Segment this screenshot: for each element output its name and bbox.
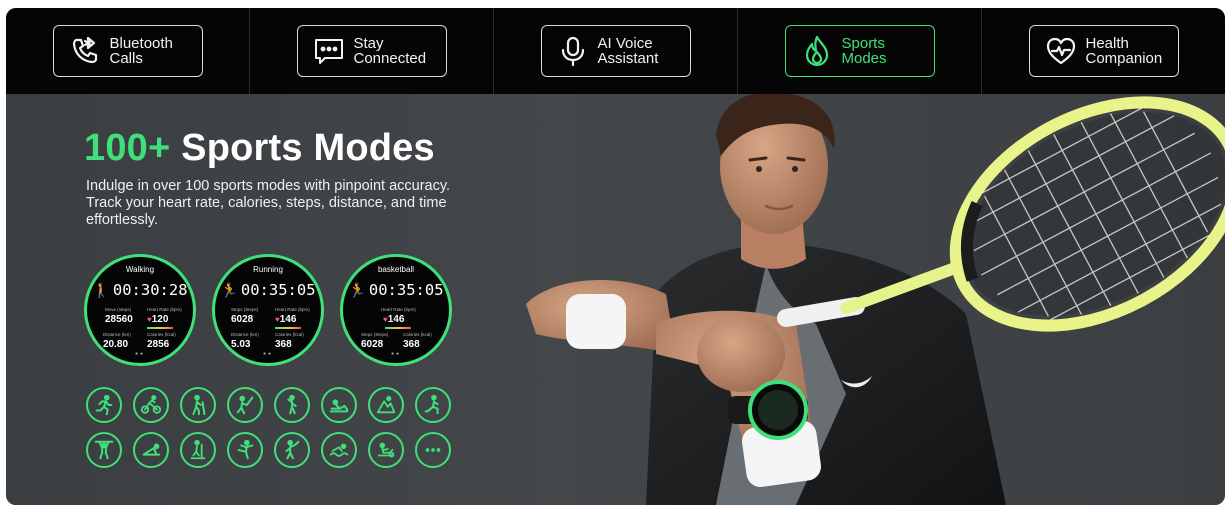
rowing-icon[interactable] <box>368 432 404 468</box>
watch-metric-value: 6028 <box>361 339 384 350</box>
watch-metric-label: Heart Rate (bpm) <box>275 307 310 312</box>
nav-label: AI Voice Assistant <box>597 35 659 67</box>
nav-label: Bluetooth Calls <box>109 35 173 67</box>
dance-icon[interactable] <box>274 387 310 423</box>
running-figure-icon: 🏃 <box>220 283 238 299</box>
hero-section: 100+ Sports Modes Indulge in over 100 sp… <box>6 94 1225 505</box>
watch-metric-label: Calories (kcal) <box>403 332 432 337</box>
nav-cell: Health Companion <box>982 8 1225 94</box>
watch-time: 🏃 00:35:05 <box>220 281 316 299</box>
nav-cell: Stay Connected <box>250 8 494 94</box>
nav-cell: Sports Modes <box>738 8 982 94</box>
watch-metric-value: 368 <box>403 339 420 350</box>
page-dots: ●● <box>262 351 274 357</box>
running-figure-icon: 🏃 <box>348 283 366 299</box>
elliptical-icon[interactable] <box>180 432 216 468</box>
yoga-pose-icon[interactable] <box>227 432 263 468</box>
title-accent: 100+ <box>84 127 171 169</box>
heart-rate-bar <box>147 327 173 329</box>
running-icon[interactable] <box>86 387 122 423</box>
flame-icon <box>800 34 834 68</box>
watch-mode-name: Running <box>253 265 283 274</box>
fist <box>697 316 785 392</box>
watch-time: 🏃 00:35:05 <box>348 281 444 299</box>
nav-label: Sports Modes <box>841 35 887 67</box>
title-text: Sports Modes <box>181 127 435 169</box>
watch-metric-value: 368 <box>275 339 292 350</box>
watch-mode-name: basketball <box>377 265 415 274</box>
nav-cell: AI Voice Assistant <box>494 8 738 94</box>
watch-metric-label: Distance (km) <box>103 332 131 337</box>
watch-time: 🚶 00:30:28 <box>92 281 188 299</box>
tennis-player-photo <box>526 94 1225 505</box>
cricket-icon[interactable] <box>227 387 263 423</box>
more-icon[interactable] <box>415 432 451 468</box>
heart-rate-bar <box>385 327 411 329</box>
watch-face-basketball: basketball 🏃 00:35:05 Heart Rate (bpm) ♥1… <box>340 254 452 366</box>
hiking-icon[interactable] <box>180 387 216 423</box>
watch-metric-value: 28560 <box>105 314 133 325</box>
watch-mode-name: Walking <box>125 265 155 274</box>
watch-screen <box>758 390 798 430</box>
nav-label: Health Companion <box>1085 35 1163 67</box>
yoga-plank-icon[interactable] <box>133 432 169 468</box>
watch-metric-value: 5.03 <box>231 339 251 350</box>
weightlifting-icon[interactable] <box>86 432 122 468</box>
watch-face-walking: Walking 🚶 00:30:28 Move (steps) Heart Rat… <box>84 254 196 366</box>
watch-metric-value: ♥120 <box>147 314 169 325</box>
banner-frame: Bluetooth Calls Stay Connected AI Voice … <box>6 8 1225 505</box>
watch-metric-label: Heart Rate (bpm) <box>147 307 182 312</box>
hero-description: Indulge in over 100 sports modes with pi… <box>86 178 451 228</box>
lunge-icon[interactable] <box>415 387 451 423</box>
nav-health-companion[interactable]: Health Companion <box>1028 25 1179 77</box>
watch-metric-value: ♥146 <box>275 314 297 325</box>
nav-bluetooth-calls[interactable]: Bluetooth Calls <box>52 25 203 77</box>
watch-metric-value: 6028 <box>231 314 254 325</box>
page-dots: ●● <box>134 351 146 357</box>
heart-pulse-icon <box>1044 34 1078 68</box>
watch-metric-label: Steps (Steps) <box>361 332 389 337</box>
nav-stay-connected[interactable]: Stay Connected <box>296 25 447 77</box>
nav-label: Stay Connected <box>353 35 427 67</box>
chat-bubble-icon <box>312 34 346 68</box>
watch-metric-value: 20.80 <box>103 339 129 350</box>
walking-figure-icon: 🚶 <box>92 283 110 299</box>
watch-face-running: Running 🏃 00:35:05 Steps (Steps) Heart Ra… <box>212 254 324 366</box>
microphone-icon <box>556 34 590 68</box>
page-dots: ●● <box>390 351 402 357</box>
nav-sports-modes[interactable]: Sports Modes <box>784 25 935 77</box>
watch-metric-label: Steps (Steps) <box>231 307 259 312</box>
watch-metric-label: Calories (kcal) <box>147 332 176 337</box>
cycling-icon[interactable] <box>133 387 169 423</box>
swimming-icon[interactable] <box>321 432 357 468</box>
watch-faces: Walking 🚶 00:30:28 Move (steps) Heart Rat… <box>84 254 464 374</box>
watch-metric-label: Heart Rate (bpm) <box>381 307 416 312</box>
left-wristband <box>566 294 626 349</box>
nav-ai-voice-assistant[interactable]: AI Voice Assistant <box>540 25 691 77</box>
phone-bluetooth-icon <box>68 34 102 68</box>
watch-metric-label: Move (steps) <box>105 307 132 312</box>
page-title: 100+ Sports Modes <box>84 127 435 170</box>
watch-metric-label: Distance (km) <box>231 332 259 337</box>
heart-rate-bar <box>275 327 301 329</box>
nav-cell: Bluetooth Calls <box>6 8 250 94</box>
feature-nav: Bluetooth Calls Stay Connected AI Voice … <box>6 8 1225 94</box>
watch-metric-label: Calories (kcal) <box>275 332 304 337</box>
watch-metric-value: 2856 <box>147 339 170 350</box>
badminton-icon[interactable] <box>274 432 310 468</box>
situps-icon[interactable] <box>321 387 357 423</box>
watch-metric-value: ♥146 <box>383 314 405 325</box>
climbing-icon[interactable] <box>368 387 404 423</box>
